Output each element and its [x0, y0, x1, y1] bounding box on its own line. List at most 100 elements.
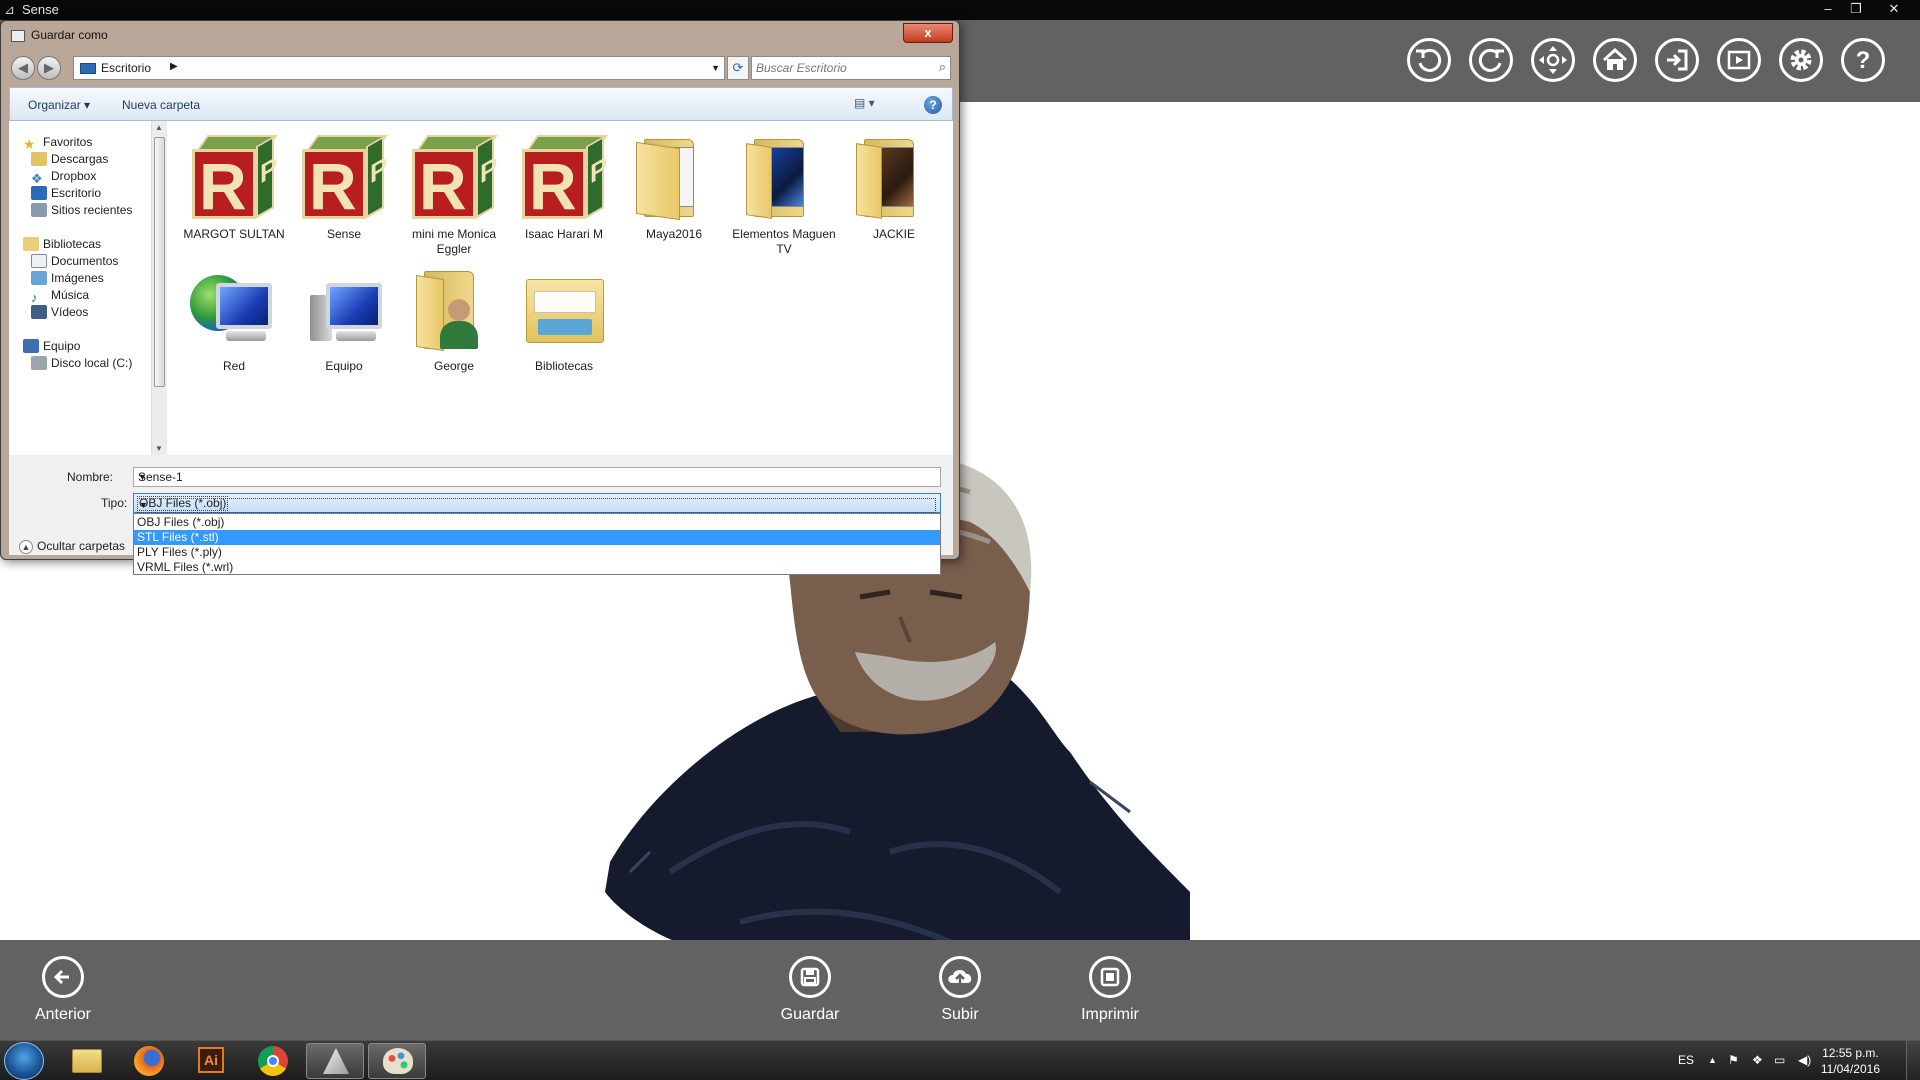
taskbar-sense[interactable] [306, 1043, 364, 1079]
view-options-icon[interactable]: ▤ ▾ [854, 96, 892, 114]
back-arrow-icon[interactable]: ◀ [11, 56, 35, 80]
rotate-right-icon[interactable] [1469, 38, 1513, 82]
music-icon: ♪ [31, 290, 38, 305]
home-icon[interactable] [1593, 38, 1637, 82]
dropbox-tray-icon[interactable]: ❖ [1752, 1053, 1763, 1067]
type-label: Tipo: [101, 496, 128, 510]
nav-dropbox[interactable]: ❖ Dropbox [31, 169, 96, 186]
file-item[interactable]: RP Isaac Harari M [510, 129, 618, 242]
minimize-button[interactable]: – [1814, 0, 1842, 20]
help-icon[interactable]: ? [1841, 38, 1885, 82]
scroll-down-icon[interactable]: ▼ [155, 444, 163, 453]
language-indicator[interactable]: ES [1678, 1053, 1694, 1067]
back-button[interactable]: Anterior [8, 956, 118, 1024]
nav-libraries[interactable]: Bibliotecas [23, 237, 101, 251]
refresh-icon[interactable]: ⟳ [727, 56, 749, 80]
nav-videos[interactable]: Vídeos [31, 305, 88, 319]
show-desktop-button[interactable] [1906, 1041, 1920, 1080]
file-item[interactable]: RP mini me Monica Eggler [400, 129, 508, 257]
illustrator-icon: Ai [198, 1047, 224, 1073]
rotate-left-icon[interactable] [1407, 38, 1451, 82]
taskbar-clock[interactable]: 12:55 p.m. 11/04/2016 [1821, 1045, 1880, 1077]
cloud-upload-icon [939, 956, 981, 998]
search-input[interactable] [756, 60, 926, 76]
nav-local-disk[interactable]: Disco local (C:) [31, 356, 132, 370]
file-item[interactable]: Red [180, 261, 288, 374]
taskbar-illustrator[interactable]: Ai [182, 1043, 240, 1079]
file-type-select[interactable]: OBJ Files (*.obj) ▼ [133, 493, 941, 513]
address-bar[interactable]: Escritorio ▶ ▼ [73, 56, 725, 80]
taskbar-firefox[interactable] [120, 1043, 178, 1079]
scroll-up-icon[interactable]: ▲ [155, 123, 163, 132]
chevron-down-icon[interactable]: ▼ [137, 498, 936, 513]
help-button[interactable]: ? [924, 96, 942, 114]
type-option-ply[interactable]: PLY Files (*.ply) [134, 545, 940, 560]
network-tray-icon[interactable]: ▭ [1774, 1053, 1785, 1067]
chevron-up-icon: ▲ [19, 540, 33, 554]
filename-input[interactable]: Sense-1 ▼ [133, 467, 941, 487]
taskbar-paint[interactable] [368, 1043, 426, 1079]
upload-button[interactable]: Subir [905, 956, 1015, 1024]
nav-label: Descargas [51, 152, 109, 166]
dropbox-icon: ❖ [31, 171, 43, 186]
taskbar-chrome[interactable] [244, 1043, 302, 1079]
nav-documents[interactable]: Documentos [31, 254, 118, 268]
nav-favorites[interactable]: ★ Favoritos [23, 135, 93, 152]
arrow-left-icon [42, 956, 84, 998]
type-option-wrl[interactable]: VRML Files (*.wrl) [134, 560, 940, 575]
taskbar-explorer[interactable] [58, 1043, 116, 1079]
filename-dropdown-icon[interactable]: ▼ [138, 472, 936, 482]
network-icon [186, 261, 282, 357]
nav-label: Imágenes [51, 271, 104, 285]
tray-expand-icon[interactable]: ▲ [1708, 1055, 1717, 1065]
libraries-icon [516, 261, 612, 357]
file-item[interactable]: George [400, 261, 508, 374]
file-item[interactable]: RP MARGOT SULTAN [180, 129, 288, 242]
gear-icon[interactable] [1779, 38, 1823, 82]
breadcrumb-chevron-icon[interactable]: ▶ [170, 61, 178, 72]
scrollbar-thumb[interactable] [154, 137, 165, 387]
nav-label: Música [51, 288, 90, 302]
file-item[interactable]: Elementos Maguen TV [730, 129, 838, 257]
command-bar: Organizar ▾ Nueva carpeta ▤ ▾ ? [9, 87, 953, 121]
file-name: Maya2016 [645, 227, 703, 241]
nav-images[interactable]: Imágenes [31, 271, 104, 285]
print-button[interactable]: Imprimir [1055, 956, 1165, 1024]
play-icon[interactable] [1717, 38, 1761, 82]
nav-desktop[interactable]: Escritorio [31, 186, 101, 200]
save-button[interactable]: Guardar [755, 956, 865, 1024]
type-option-obj[interactable]: OBJ Files (*.obj) [134, 515, 940, 530]
dialog-close-button[interactable]: x [903, 23, 953, 43]
navigation-scrollbar[interactable]: ▲ ▼ [151, 121, 167, 455]
action-center-flag-icon[interactable]: ⚑ [1728, 1053, 1739, 1067]
forward-arrow-icon[interactable]: ▶ [37, 56, 61, 80]
navigation-row: ◀ ▶ Escritorio ▶ ▼ ⟳ ⌕ [9, 55, 953, 81]
search-box[interactable]: ⌕ [751, 56, 951, 80]
file-item[interactable]: RP Sense [290, 129, 398, 242]
nav-label: Favoritos [43, 135, 93, 149]
file-item[interactable]: Equipo [290, 261, 398, 374]
nav-downloads[interactable]: Descargas [31, 152, 108, 166]
address-dropdown-icon[interactable]: ▼ [711, 63, 720, 73]
exit-icon[interactable] [1655, 38, 1699, 82]
hide-folders-toggle[interactable]: ▲ Ocultar carpetas [19, 539, 125, 554]
move-icon[interactable] [1531, 38, 1575, 82]
file-item[interactable]: Maya2016 [620, 129, 728, 242]
organize-menu[interactable]: Organizar ▾ [28, 98, 90, 112]
nav-music[interactable]: ♪ Música [31, 288, 90, 305]
volume-icon[interactable]: ◀) [1798, 1053, 1811, 1067]
file-item[interactable]: JACKIE [840, 129, 948, 242]
start-button[interactable] [4, 1042, 44, 1080]
new-folder-button[interactable]: Nueva carpeta [122, 98, 200, 112]
chrome-icon [258, 1046, 288, 1076]
search-icon[interactable]: ⌕ [939, 59, 946, 75]
file-name: Elementos Maguen TV [732, 227, 836, 256]
downloads-folder-icon [31, 152, 47, 166]
close-button[interactable]: ✕ [1880, 0, 1908, 20]
nav-computer[interactable]: Equipo [23, 339, 80, 353]
type-option-stl[interactable]: STL Files (*.stl) [134, 530, 940, 545]
nav-recent[interactable]: Sitios recientes [31, 203, 132, 217]
restore-button[interactable]: ❐ [1842, 0, 1870, 20]
upload-label: Subir [941, 1006, 979, 1023]
file-item[interactable]: Bibliotecas [510, 261, 618, 374]
